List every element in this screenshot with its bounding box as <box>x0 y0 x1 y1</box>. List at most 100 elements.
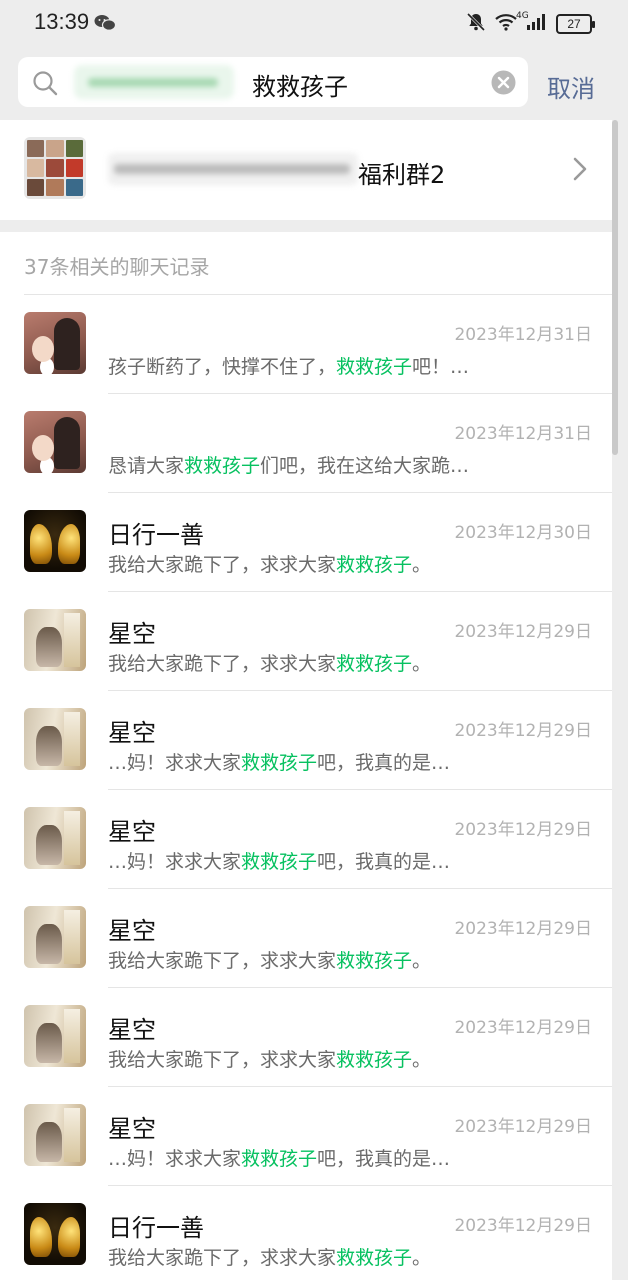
wifi-icon <box>494 13 518 35</box>
keyword-highlight: 救救孩子 <box>336 1049 413 1071</box>
keyword-highlight: 救救孩子 <box>336 950 413 972</box>
message-date: 2023年12月30日 <box>454 523 592 543</box>
sender-name: 日行一善 <box>108 521 204 549</box>
snippet-text: …妈！求求大家 <box>108 1148 242 1170</box>
chat-records-section: 37条相关的聊天记录 2023年12月31日 孩子断药了，快撑不住了，救救孩子吧！… <box>0 232 612 1280</box>
sender-name: 日行一善 <box>108 1214 204 1242</box>
result-row[interactable]: 2023年12月31日孩子断药了，快撑不住了，救救孩子吧！… <box>0 295 612 394</box>
keyword-highlight: 救救孩子 <box>336 554 413 576</box>
message-date: 2023年12月31日 <box>454 424 592 444</box>
avatar <box>24 807 86 869</box>
avatar <box>24 411 86 473</box>
result-row[interactable]: 星空 2023年12月29日我给大家跪下了，求求大家救救孩子。 <box>0 592 612 691</box>
snippet-text: 。 <box>412 950 432 972</box>
wechat-icon <box>94 14 117 36</box>
snippet-text: 吧，我真的是… <box>317 1148 451 1170</box>
avatar <box>24 906 86 968</box>
snippet-text: 吧，我真的是… <box>317 851 451 873</box>
avatar <box>24 1005 86 1067</box>
group-chat-row[interactable]: 福利群2 <box>0 120 612 220</box>
message-date: 2023年12月29日 <box>454 1216 592 1236</box>
result-row[interactable]: 星空 2023年12月29日我给大家跪下了，求求大家救救孩子。 <box>0 889 612 988</box>
result-row[interactable]: 星空 2023年12月29日 …妈！求求大家救救孩子吧，我真的是… <box>0 691 612 790</box>
message-snippet: …妈！求求大家救救孩子吧，我真的是… <box>108 1144 450 1171</box>
avatar <box>24 1203 86 1265</box>
chevron-right-icon <box>572 156 588 186</box>
sender-name: 星空 <box>108 620 156 648</box>
search-query: 救救孩子 <box>252 73 348 101</box>
keyword-highlight: 救救孩子 <box>336 1247 413 1269</box>
snippet-text: 我给大家跪下了，求求大家 <box>108 1247 337 1269</box>
result-row[interactable]: 星空 2023年12月29日 …妈！求求大家救救孩子吧，我真的是… <box>0 1087 612 1186</box>
search-filter-chip[interactable] <box>74 65 234 99</box>
scrollbar[interactable] <box>612 120 618 455</box>
message-snippet: 我给大家跪下了，求求大家救救孩子。 <box>108 1045 431 1072</box>
message-date: 2023年12月29日 <box>454 919 592 939</box>
message-snippet: 我给大家跪下了，求求大家救救孩子。 <box>108 946 431 973</box>
snippet-text: 吧，我真的是… <box>317 752 451 774</box>
avatar <box>24 1104 86 1166</box>
message-snippet: 恳请大家救救孩子们吧，我在这给大家跪… <box>108 451 469 478</box>
message-date: 2023年12月29日 <box>454 622 592 642</box>
sender-name: 星空 <box>108 719 156 747</box>
message-date: 2023年12月29日 <box>454 1117 592 1137</box>
search-bar: 救救孩子 取消 <box>0 46 628 120</box>
snippet-text: 我给大家跪下了，求求大家 <box>108 554 337 576</box>
group-avatar <box>24 137 86 199</box>
message-snippet: 我给大家跪下了，求求大家救救孩子。 <box>108 649 431 676</box>
search-icon <box>32 70 58 100</box>
result-row[interactable]: 星空 2023年12月29日 …妈！求求大家救救孩子吧，我真的是… <box>0 790 612 889</box>
keyword-highlight: 救救孩子 <box>336 653 413 675</box>
keyword-highlight: 救救孩子 <box>241 752 318 774</box>
message-snippet: …妈！求求大家救救孩子吧，我真的是… <box>108 748 450 775</box>
snippet-text: …妈！求求大家 <box>108 851 242 873</box>
search-input[interactable]: 救救孩子 <box>18 57 528 107</box>
group-name-redacted <box>108 153 358 185</box>
message-date: 2023年12月29日 <box>454 721 592 741</box>
avatar <box>24 708 86 770</box>
message-date: 2023年12月31日 <box>454 325 592 345</box>
snippet-text: 。 <box>412 554 432 576</box>
snippet-text: 吧！… <box>412 356 470 378</box>
group-name: 福利群2 <box>358 161 446 189</box>
status-bar: 13:39 4G 27 <box>0 0 628 46</box>
sender-name: 星空 <box>108 1115 156 1143</box>
snippet-text: 们吧，我在这给大家跪… <box>260 455 470 477</box>
clear-icon[interactable] <box>491 70 516 99</box>
snippet-text: 。 <box>412 653 432 675</box>
snippet-text: 我给大家跪下了，求求大家 <box>108 950 337 972</box>
snippet-text: 恳请大家 <box>108 455 185 477</box>
cancel-button[interactable]: 取消 <box>547 69 595 104</box>
avatar <box>24 312 86 374</box>
results-count: 37条相关的聊天记录 <box>24 255 210 279</box>
snippet-text: 。 <box>412 1247 432 1269</box>
message-snippet: 孩子断药了，快撑不住了，救救孩子吧！… <box>108 352 469 379</box>
signal-icon <box>526 13 548 35</box>
keyword-highlight: 救救孩子 <box>336 356 413 378</box>
snippet-text: …妈！求求大家 <box>108 752 242 774</box>
result-row[interactable]: 日行一善 2023年12月29日我给大家跪下了，求求大家救救孩子。 <box>0 1186 612 1280</box>
keyword-highlight: 救救孩子 <box>184 455 261 477</box>
result-row[interactable]: 2023年12月31日恳请大家救救孩子们吧，我在这给大家跪… <box>0 394 612 493</box>
sender-name: 星空 <box>108 818 156 846</box>
message-snippet: …妈！求求大家救救孩子吧，我真的是… <box>108 847 450 874</box>
message-date: 2023年12月29日 <box>454 820 592 840</box>
message-snippet: 我给大家跪下了，求求大家救救孩子。 <box>108 550 431 577</box>
sender-name: 星空 <box>108 917 156 945</box>
snippet-text: 。 <box>412 1049 432 1071</box>
keyword-highlight: 救救孩子 <box>241 1148 318 1170</box>
snippet-text: 孩子断药了，快撑不住了， <box>108 356 337 378</box>
result-list: 2023年12月31日 孩子断药了，快撑不住了，救救孩子吧！… 2023年12月31… <box>0 295 612 1280</box>
keyword-highlight: 救救孩子 <box>241 851 318 873</box>
mute-bell-icon <box>466 12 486 36</box>
result-row[interactable]: 星空 2023年12月29日 我给大家跪下了，求求大家救救孩子。 <box>0 988 612 1087</box>
snippet-text: 我给大家跪下了，求求大家 <box>108 653 337 675</box>
battery-icon: 27 <box>556 14 595 34</box>
snippet-text: 我给大家跪下了，求求大家 <box>108 1049 337 1071</box>
section-gap <box>0 220 612 232</box>
avatar <box>24 609 86 671</box>
result-row[interactable]: 日行一善 2023年12月30日我给大家跪下了，求求大家救救孩子。 <box>0 493 612 592</box>
message-date: 2023年12月29日 <box>454 1018 592 1038</box>
message-snippet: 我给大家跪下了，求求大家救救孩子。 <box>108 1243 431 1270</box>
status-time: 13:39 <box>34 9 90 34</box>
